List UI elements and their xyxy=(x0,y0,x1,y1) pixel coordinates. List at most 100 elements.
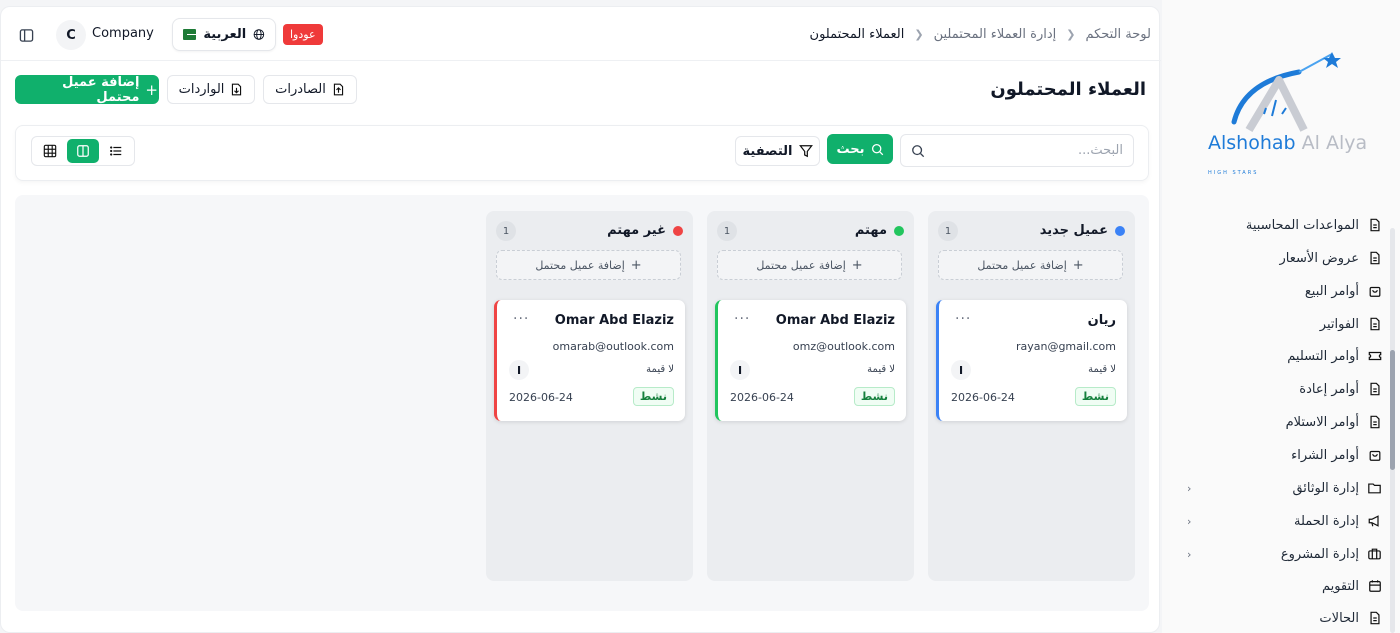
lead-value: لا قيمة xyxy=(1088,364,1116,375)
add-lead-label: إضافة عميل محتمل xyxy=(62,74,140,105)
chevron-left-icon: ❮ xyxy=(1066,28,1076,41)
plus-icon: + xyxy=(1072,257,1084,273)
lead-date: 2026-06-24 xyxy=(509,391,573,404)
lead-date: 2026-06-24 xyxy=(730,391,794,404)
search-field[interactable] xyxy=(900,134,1134,167)
search-button-label: بحث xyxy=(836,141,865,157)
chevron-left-icon[interactable]: ‹ xyxy=(1187,548,1191,561)
lead-value: لا قيمة xyxy=(867,364,895,375)
filter-label: التصفية xyxy=(742,143,793,159)
kanban-column: مهتم 1 + إضافة عميل محتمل Omar Abd Elazi… xyxy=(707,211,914,581)
language-switcher[interactable]: العربية xyxy=(172,18,276,51)
file-icon xyxy=(1367,317,1382,332)
company-avatar[interactable]: C xyxy=(56,20,86,50)
search-icon xyxy=(912,144,925,157)
sidebar-item[interactable]: المواعدات المحاسبية xyxy=(1187,212,1382,240)
lead-card[interactable]: ريان ··· rayan@gmail.com لا قيمة I نشط 2… xyxy=(936,300,1127,421)
status-dot-icon xyxy=(894,225,904,236)
lead-email: rayan@gmail.com xyxy=(1015,340,1116,353)
export-button[interactable]: الصادرات xyxy=(263,75,357,104)
lead-email: omz@outlook.com xyxy=(792,340,895,353)
toolbar: التصفية بحث xyxy=(15,125,1149,181)
column-count-badge: 1 xyxy=(496,221,516,241)
grid-view-icon[interactable] xyxy=(34,139,65,163)
sidebar-item[interactable]: الفواتير xyxy=(1187,309,1382,339)
search-button[interactable]: بحث xyxy=(827,134,893,164)
lead-card[interactable]: Omar Abd Elaziz ··· omz@outlook.com لا ق… xyxy=(715,300,906,421)
status-dot-icon xyxy=(673,225,683,236)
sidebar-item-label: عروض الأسعار xyxy=(1279,250,1360,266)
lead-name: ريان xyxy=(1087,313,1116,328)
search-icon xyxy=(871,143,883,155)
sidebar-item-label: أوامر الاستلام xyxy=(1285,414,1359,430)
search-input[interactable] xyxy=(943,143,1123,158)
sidebar-item-label: إدارة الحملة xyxy=(1294,513,1359,529)
sidebar-item[interactable]: إدارة الحملة ‹ xyxy=(1187,506,1382,536)
assignee-avatar: I xyxy=(730,360,750,380)
breadcrumb-dashboard[interactable]: لوحة التحكم xyxy=(1085,27,1151,42)
sidebar-item-label: أوامر الشراء xyxy=(1291,447,1359,463)
assignee-avatar: I xyxy=(509,360,529,380)
bag-icon xyxy=(1367,284,1382,299)
lead-date: 2026-06-24 xyxy=(951,391,1015,404)
filter-icon xyxy=(798,145,813,158)
sidebar-toggle-icon[interactable] xyxy=(15,24,37,46)
list-view-icon[interactable] xyxy=(101,139,132,163)
column-title: غير مهتم xyxy=(607,223,666,238)
more-options-icon[interactable]: ··· xyxy=(734,311,750,327)
sidebar-scroll-thumb[interactable] xyxy=(1390,350,1395,470)
chevron-left-icon: ❮ xyxy=(914,28,924,41)
sidebar-item-label: أوامر البيع xyxy=(1304,283,1359,299)
breadcrumb: لوحة التحكم ❮ إدارة العملاء المحتملين ❮ … xyxy=(810,27,1151,42)
sidebar-item[interactable]: التقويم xyxy=(1187,571,1382,601)
chevron-left-icon[interactable]: ‹ xyxy=(1187,515,1191,528)
lead-name: Omar Abd Elaziz xyxy=(554,313,674,328)
sidebar-item[interactable]: أوامر التسليم xyxy=(1187,341,1382,371)
sidebar-item-label: الحالات xyxy=(1319,610,1359,626)
import-button[interactable]: الواردات xyxy=(167,75,255,104)
page-title: العملاء المحتملون xyxy=(990,79,1146,100)
sidebar-item[interactable]: إدارة المشروع ‹ xyxy=(1187,539,1382,569)
breadcrumb-leads-management[interactable]: إدارة العملاء المحتملين xyxy=(934,27,1057,42)
sidebar-item[interactable]: أوامر البيع xyxy=(1187,276,1382,306)
lead-value: لا قيمة xyxy=(646,364,674,375)
language-label: العربية xyxy=(203,27,247,42)
add-lead-button[interactable]: + إضافة عميل محتمل xyxy=(15,74,159,105)
column-count-badge: 1 xyxy=(717,221,737,241)
lead-card[interactable]: Omar Abd Elaziz ··· omarab@outlook.com ل… xyxy=(494,300,685,421)
brand-tagline: HIGH STARS xyxy=(1208,170,1259,176)
saudi-flag-icon xyxy=(183,29,197,40)
add-lead-in-column-label: إضافة عميل محتمل xyxy=(756,258,846,272)
import-label: الواردات xyxy=(178,82,225,97)
kanban-view-icon[interactable] xyxy=(67,139,99,163)
add-lead-in-column-button[interactable]: + إضافة عميل محتمل xyxy=(496,250,681,280)
odoo-badge[interactable]: عودوا xyxy=(283,24,323,45)
file-import-icon xyxy=(232,83,242,96)
brand-name: Alshohab Al Alya xyxy=(1208,132,1368,154)
plus-icon: + xyxy=(145,80,158,99)
column-title: عميل جديد xyxy=(1039,223,1108,238)
column-count-badge: 1 xyxy=(938,221,958,241)
filter-button[interactable]: التصفية xyxy=(735,136,820,166)
briefcase-icon xyxy=(1367,547,1382,562)
sidebar-item[interactable]: عروض الأسعار xyxy=(1187,243,1382,273)
more-options-icon[interactable]: ··· xyxy=(955,311,971,327)
bag-icon xyxy=(1367,448,1382,463)
company-name[interactable]: Company xyxy=(92,26,154,41)
kanban-column: غير مهتم 1 + إضافة عميل محتمل Omar Abd E… xyxy=(486,211,693,581)
more-options-icon[interactable]: ··· xyxy=(513,311,529,327)
sidebar-item[interactable]: أوامر الاستلام xyxy=(1187,407,1382,437)
sidebar-item[interactable]: أوامر إعادة xyxy=(1187,374,1382,404)
sidebar-item-label: إدارة الوثائق xyxy=(1292,480,1359,496)
lead-email: omarab@outlook.com xyxy=(552,340,674,353)
chevron-left-icon[interactable]: ‹ xyxy=(1187,482,1191,495)
topbar: C Company العربية عودوا لوحة التحكم ❮ إد… xyxy=(1,7,1161,61)
sidebar-item[interactable]: إدارة الوثائق ‹ xyxy=(1187,473,1382,503)
sidebar-item[interactable]: أوامر الشراء xyxy=(1187,440,1382,470)
add-lead-in-column-button[interactable]: + إضافة عميل محتمل xyxy=(938,250,1123,280)
sidebar-item-label: التقويم xyxy=(1321,578,1359,594)
plus-icon: + xyxy=(851,257,863,273)
add-lead-in-column-button[interactable]: + إضافة عميل محتمل xyxy=(717,250,902,280)
sidebar-item[interactable]: الحالات xyxy=(1187,603,1382,633)
status-badge: نشط xyxy=(1074,387,1116,406)
